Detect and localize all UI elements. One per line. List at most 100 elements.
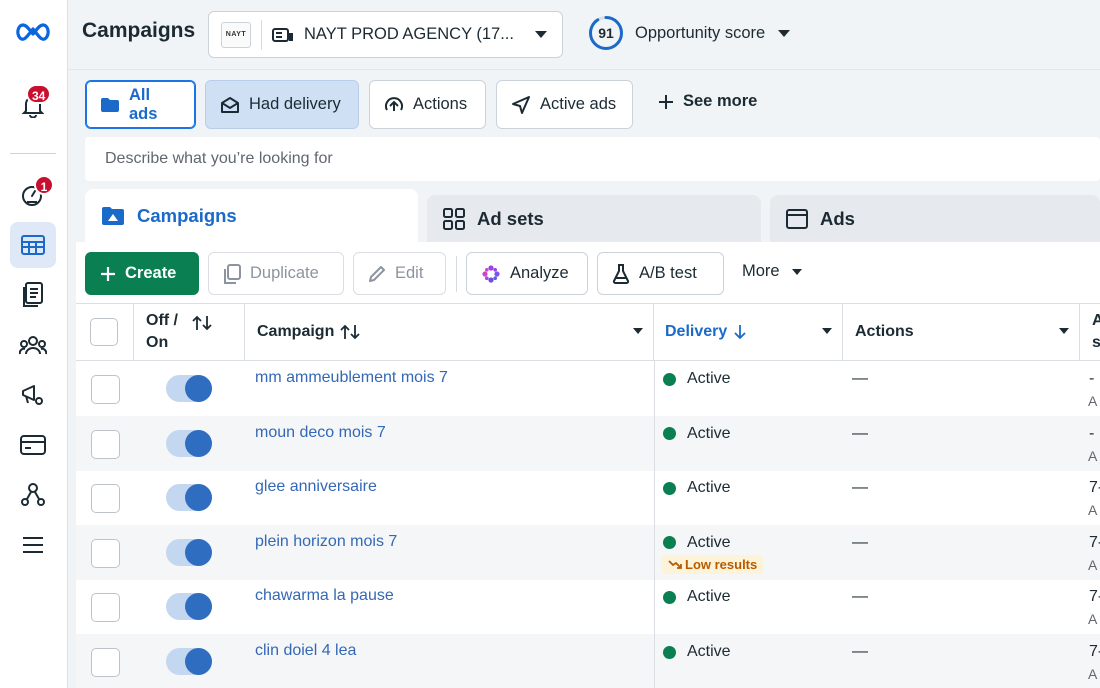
- ab-test-button[interactable]: A/B test: [597, 252, 724, 295]
- campaign-on-off-toggle[interactable]: [166, 593, 212, 621]
- menu-icon[interactable]: [10, 522, 56, 568]
- filter-bar: All ads Had delivery Actions Active ads …: [68, 69, 1100, 137]
- create-button[interactable]: Create: [85, 252, 199, 295]
- campaign-name-link[interactable]: clin doiel 4 lea: [255, 642, 356, 660]
- header-off-on-line1: Off /: [146, 312, 178, 329]
- sort-down-arrow-icon: [733, 324, 747, 340]
- filter-actions[interactable]: Actions: [369, 80, 486, 129]
- header-attribution[interactable]: A s: [1080, 304, 1100, 360]
- header-delivery[interactable]: Delivery: [654, 304, 843, 360]
- ad-sets-grid-icon: [443, 207, 465, 230]
- attribution-value: 7-: [1089, 533, 1100, 551]
- column-menu-caret-icon[interactable]: [633, 328, 643, 335]
- table-row: glee anniversaire Active — 7- A: [76, 470, 1100, 526]
- analyze-label: Analyze: [510, 264, 569, 282]
- delivery-status-label: Active: [687, 533, 731, 551]
- delivery-status: Active: [663, 479, 731, 497]
- status-dot: [663, 481, 676, 495]
- top-header: Campaigns NAYT NAYT PROD AGENCY (17... 9…: [68, 0, 1100, 69]
- delivery-status-label: Active: [687, 479, 731, 497]
- filter-all-ads[interactable]: All ads: [85, 80, 196, 129]
- campaigns-folder-icon: [101, 206, 125, 226]
- upload-circle-icon: [384, 95, 404, 115]
- campaign-on-off-toggle[interactable]: [166, 429, 212, 457]
- column-divider: [654, 634, 655, 688]
- edit-label: Edit: [395, 264, 424, 282]
- alerts-gauge-icon[interactable]: 1: [10, 172, 56, 218]
- meta-logo-icon[interactable]: [10, 9, 56, 55]
- row-checkbox[interactable]: [91, 429, 120, 459]
- campaigns-grid-icon[interactable]: [10, 222, 56, 268]
- column-divider: [654, 524, 655, 580]
- campaign-name-link[interactable]: plein horizon mois 7: [255, 533, 397, 551]
- tab-campaigns-label: Campaigns: [137, 204, 237, 226]
- actions-value: —: [852, 533, 868, 551]
- header-campaign[interactable]: Campaign: [245, 304, 654, 360]
- status-dot: [663, 590, 676, 604]
- status-dot: [663, 536, 676, 550]
- attribution-value: -: [1089, 424, 1095, 442]
- column-divider: [654, 579, 655, 635]
- opportunity-score-dropdown[interactable]: 91 Opportunity score: [588, 15, 791, 51]
- header-actions[interactable]: Actions: [843, 304, 1080, 360]
- campaign-name-link[interactable]: moun deco mois 7: [255, 424, 386, 442]
- more-button[interactable]: More: [742, 262, 803, 281]
- duplicate-icon: [223, 263, 241, 284]
- ad-account-selector[interactable]: NAYT NAYT PROD AGENCY (17...: [208, 11, 563, 58]
- campaign-on-off-toggle[interactable]: [166, 648, 212, 675]
- ads-window-icon: [786, 208, 808, 229]
- search-bar: [85, 137, 1100, 181]
- attribution-subvalue: A: [1088, 611, 1098, 628]
- toggle-knob: [185, 648, 212, 675]
- attribution-subvalue: A: [1088, 666, 1098, 682]
- header-delivery-label: Delivery: [665, 323, 728, 340]
- toggle-knob: [185, 538, 212, 566]
- account-selector-divider: [261, 19, 262, 50]
- audiences-icon[interactable]: [10, 322, 56, 368]
- delivery-status-label: Active: [687, 588, 731, 606]
- filter-active-ads[interactable]: Active ads: [496, 80, 633, 129]
- flask-icon: [612, 263, 630, 284]
- campaign-name-link[interactable]: mm ammeublement mois 7: [255, 369, 448, 387]
- filter-had-delivery[interactable]: Had delivery: [205, 80, 359, 129]
- campaign-on-off-toggle[interactable]: [166, 375, 212, 402]
- header-off-on-line2: On: [146, 334, 169, 351]
- campaign-on-off-toggle[interactable]: [166, 538, 212, 566]
- header-off-on[interactable]: Off / On: [134, 304, 245, 360]
- duplicate-button[interactable]: Duplicate: [208, 252, 344, 295]
- billing-card-icon[interactable]: [10, 422, 56, 468]
- trend-down-icon: [668, 559, 682, 570]
- header-attribution-line2: s: [1092, 334, 1100, 351]
- events-manager-icon[interactable]: [10, 472, 56, 518]
- table-row: plein horizon mois 7 Active — 7- A Low r…: [76, 524, 1100, 580]
- row-checkbox[interactable]: [91, 484, 120, 514]
- see-more-filters-button[interactable]: See more: [658, 92, 757, 111]
- row-checkbox[interactable]: [91, 648, 120, 677]
- campaign-name-link[interactable]: chawarma la pause: [255, 587, 394, 605]
- row-checkbox[interactable]: [91, 375, 120, 404]
- row-checkbox[interactable]: [91, 593, 120, 623]
- duplicate-label: Duplicate: [250, 264, 319, 282]
- search-input[interactable]: [85, 137, 1100, 181]
- column-menu-caret-icon[interactable]: [1059, 328, 1069, 335]
- campaign-name-link[interactable]: glee anniversaire: [255, 478, 377, 496]
- alerts-count-badge: 1: [34, 175, 54, 195]
- account-name: NAYT PROD AGENCY (17...: [304, 25, 514, 43]
- megaphone-settings-icon[interactable]: [10, 372, 56, 418]
- documents-icon[interactable]: [10, 272, 56, 318]
- tab-ad-sets[interactable]: Ad sets: [427, 195, 761, 242]
- edit-button[interactable]: Edit: [353, 252, 446, 295]
- page-title: Campaigns: [82, 19, 196, 42]
- row-checkbox[interactable]: [91, 538, 120, 568]
- chevron-down-icon: [534, 30, 548, 39]
- envelope-open-icon: [220, 96, 240, 114]
- column-menu-caret-icon[interactable]: [822, 328, 832, 335]
- tab-campaigns[interactable]: Campaigns: [85, 189, 418, 242]
- campaign-on-off-toggle[interactable]: [166, 484, 212, 512]
- analyze-button[interactable]: Analyze: [466, 252, 588, 295]
- notifications-bell-icon[interactable]: 34: [10, 82, 56, 128]
- select-all-checkbox[interactable]: [90, 318, 118, 346]
- attribution-value: 7-: [1089, 479, 1100, 497]
- opportunity-score-value: 91: [598, 25, 614, 41]
- tab-ads[interactable]: Ads: [770, 195, 1100, 242]
